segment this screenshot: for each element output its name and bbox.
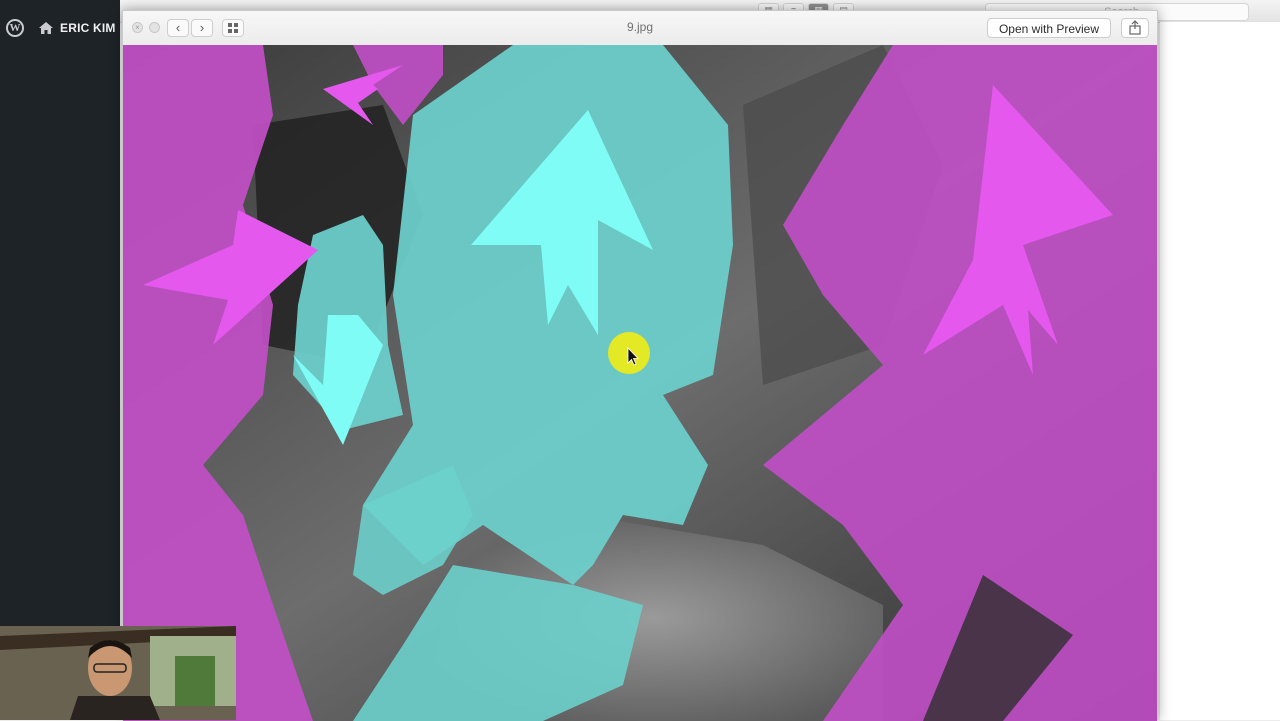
home-icon[interactable]: [38, 20, 54, 36]
open-with-preview-button[interactable]: Open with Preview: [987, 18, 1111, 38]
finder-preview-pane: [1160, 22, 1280, 720]
site-name-link[interactable]: ERIC KIM: [60, 21, 116, 35]
webcam-person-torso: [70, 696, 160, 720]
finder-title: [560, 0, 680, 6]
wp-admin-bar: W ERIC KIM: [0, 10, 120, 46]
annotated-photo-preview: [123, 45, 1157, 721]
quicklook-window: × ‹ › 9.jpg Open with Preview: [122, 10, 1158, 721]
quicklook-toolbar: × ‹ › 9.jpg Open with Preview: [123, 11, 1157, 46]
share-icon: [1129, 20, 1141, 35]
wordpress-logo-icon[interactable]: W: [6, 19, 24, 37]
webcam-plant: [175, 656, 215, 706]
wp-admin-sidebar: W ERIC KIM: [0, 0, 120, 720]
share-button[interactable]: [1121, 18, 1149, 38]
webcam-overlay: [0, 626, 236, 720]
